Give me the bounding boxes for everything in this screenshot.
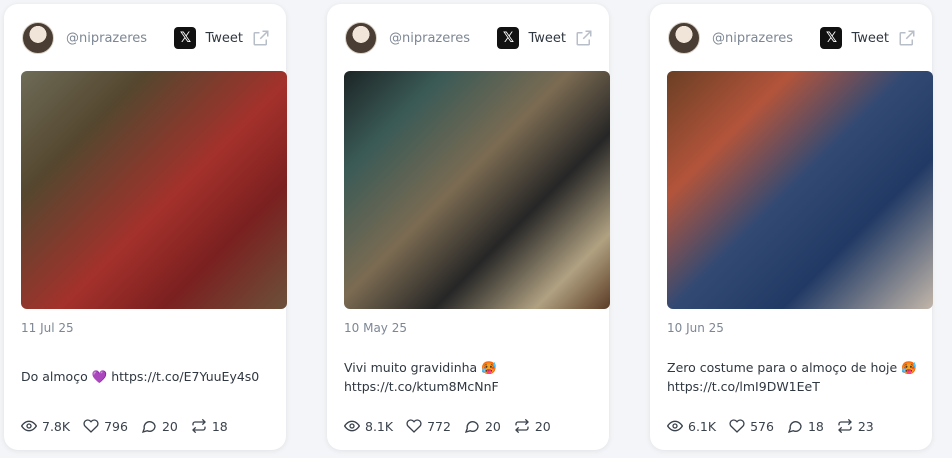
likes-count: 772 — [427, 418, 451, 434]
views-count: 7.8K — [42, 418, 71, 434]
external-link-icon[interactable] — [252, 29, 270, 47]
x-logo-icon: 𝕏 — [174, 27, 197, 49]
tweet-date: 10 May 25 — [344, 321, 407, 335]
replies-stat[interactable]: 20 — [464, 418, 501, 434]
tweet-card: @niprazeres 𝕏 Tweet 10 May 25 Vivi muito… — [327, 4, 610, 450]
comment-icon — [141, 421, 156, 434]
likes-stat[interactable]: 576 — [729, 418, 774, 434]
likes-stat[interactable]: 796 — [83, 418, 128, 434]
eye-icon — [21, 420, 37, 432]
retweets-stat[interactable]: 18 — [191, 418, 228, 434]
card-header: @niprazeres 𝕏 Tweet — [668, 22, 916, 54]
tweet-date: 11 Jul 25 — [21, 321, 74, 335]
eye-icon — [667, 420, 683, 432]
card-header: @niprazeres 𝕏 Tweet — [345, 22, 593, 54]
avatar[interactable] — [345, 22, 377, 54]
avatar[interactable] — [668, 22, 700, 54]
replies-stat[interactable]: 18 — [787, 418, 824, 434]
heart-icon — [406, 419, 422, 433]
views-stat: 8.1K — [344, 418, 393, 434]
x-logo-icon: 𝕏 — [820, 27, 843, 49]
tweet-card: @niprazeres 𝕏 Tweet 10 Jun 25 Zero costu… — [650, 4, 933, 450]
user-handle[interactable]: @niprazeres — [389, 31, 497, 46]
retweets-count: 18 — [211, 418, 228, 434]
retweets-count: 23 — [857, 418, 874, 434]
tweet-text: Do almoço 💜 https://t.co/E7YuuEy4s0 — [21, 369, 260, 384]
replies-count: 18 — [807, 418, 824, 434]
user-handle[interactable]: @niprazeres — [712, 31, 820, 46]
views-count: 8.1K — [365, 418, 394, 434]
tweet-label[interactable]: Tweet — [205, 31, 243, 46]
retweet-icon — [837, 418, 852, 434]
views-stat: 7.8K — [21, 418, 70, 434]
views-stat: 6.1K — [667, 418, 716, 434]
likes-count: 576 — [750, 418, 774, 434]
card-header: @niprazeres 𝕏 Tweet — [22, 22, 270, 54]
replies-count: 20 — [161, 418, 178, 434]
x-logo-icon: 𝕏 — [497, 27, 520, 49]
retweets-count: 20 — [534, 418, 551, 434]
heart-icon — [729, 419, 745, 433]
heart-icon — [83, 419, 99, 433]
likes-count: 796 — [104, 418, 128, 434]
external-link-icon[interactable] — [898, 29, 916, 47]
tweet-label[interactable]: Tweet — [851, 31, 889, 46]
tweet-stats: 6.1K 576 18 23 — [667, 418, 887, 434]
tweet-image[interactable] — [344, 71, 610, 309]
retweets-stat[interactable]: 23 — [837, 418, 874, 434]
tweet-date: 10 Jun 25 — [667, 321, 724, 335]
replies-stat[interactable]: 20 — [141, 418, 178, 434]
eye-icon — [344, 420, 360, 432]
tweet-label[interactable]: Tweet — [528, 31, 566, 46]
tweet-stats: 7.8K 796 20 18 — [21, 418, 241, 434]
views-count: 6.1K — [688, 418, 717, 434]
avatar[interactable] — [22, 22, 54, 54]
likes-stat[interactable]: 772 — [406, 418, 451, 434]
tweet-text: Zero costume para o almoço de hoje 🥵 htt… — [667, 360, 917, 394]
comment-icon — [787, 421, 802, 434]
retweet-icon — [191, 418, 206, 434]
tweet-image[interactable] — [667, 71, 933, 309]
retweet-icon — [514, 418, 529, 434]
tweet-text: Vivi muito gravidinha 🥵 https://t.co/ktu… — [344, 360, 499, 394]
tweet-card: @niprazeres 𝕏 Tweet 11 Jul 25 Do almoço … — [4, 4, 287, 450]
external-link-icon[interactable] — [575, 29, 593, 47]
user-handle[interactable]: @niprazeres — [66, 31, 174, 46]
tweet-image[interactable] — [21, 71, 287, 309]
retweets-stat[interactable]: 20 — [514, 418, 551, 434]
comment-icon — [464, 421, 479, 434]
tweet-stats: 8.1K 772 20 20 — [344, 418, 564, 434]
replies-count: 20 — [484, 418, 501, 434]
